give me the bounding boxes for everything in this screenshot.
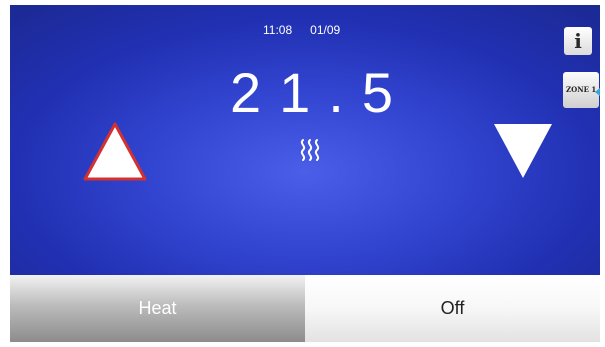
down-arrow-icon	[494, 124, 552, 178]
thermostat-screen: 11:08 01/09 21.5 i ZONE 1 Heat Off	[10, 5, 600, 342]
setpoint-temperature: 21.5	[230, 61, 411, 124]
off-mode-button[interactable]: Off	[305, 275, 600, 342]
heat-mode-button[interactable]: Heat	[10, 275, 305, 342]
main-panel: 11:08 01/09 21.5 i ZONE 1	[10, 5, 600, 275]
mode-bar: Heat Off	[10, 275, 600, 342]
increase-temperature-button[interactable]	[82, 121, 148, 183]
up-arrow-icon	[83, 122, 147, 181]
zone-pointer-icon	[595, 87, 600, 97]
time-display: 11:08	[263, 23, 293, 37]
info-button[interactable]: i	[564, 27, 592, 55]
date-display: 01/09	[310, 23, 341, 37]
status-clock: 11:08 01/09	[263, 23, 340, 37]
zone-button[interactable]: ZONE 1	[563, 72, 599, 108]
heating-waves-icon	[300, 139, 320, 161]
decrease-temperature-button[interactable]	[492, 120, 554, 182]
